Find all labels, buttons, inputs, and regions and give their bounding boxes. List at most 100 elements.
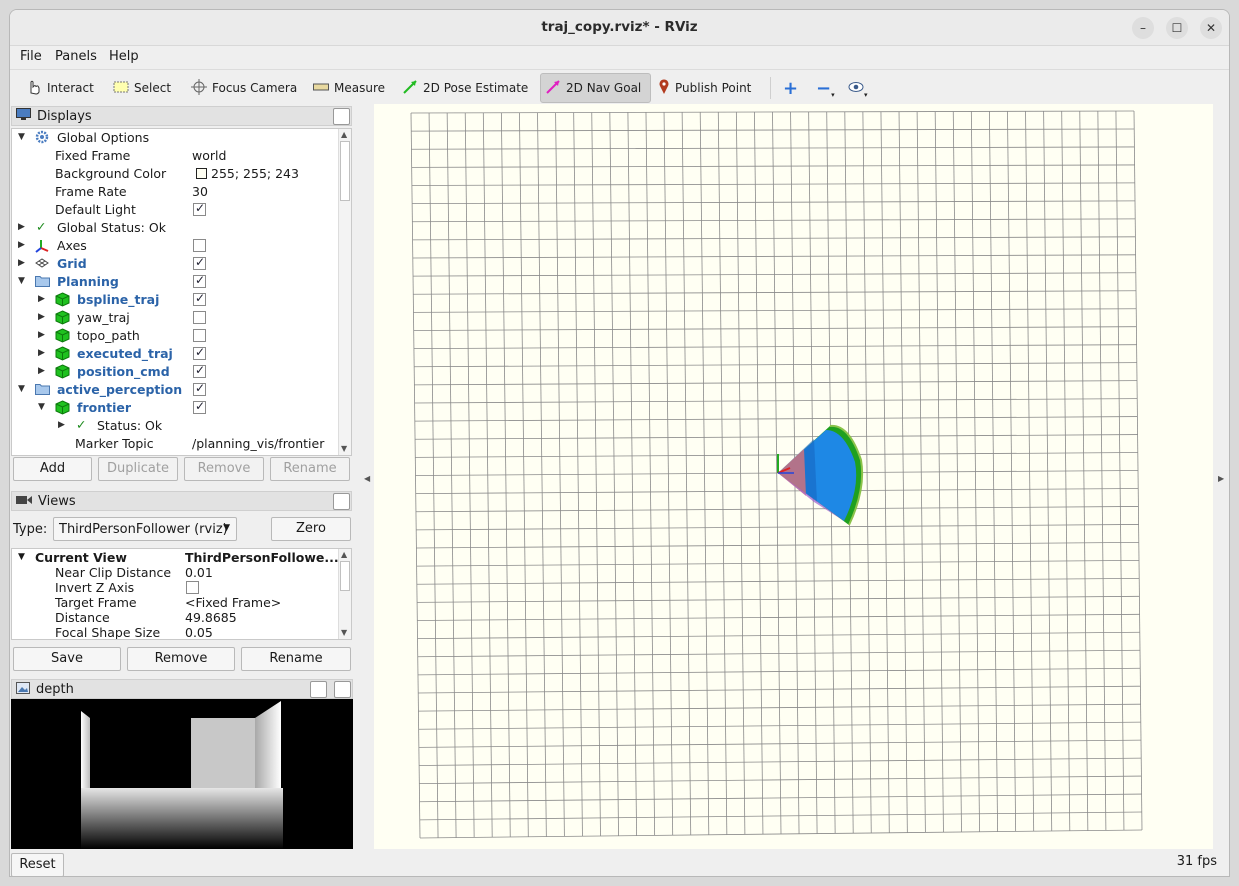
tree-row-target-frame[interactable]: Target Frame <Fixed Frame>	[12, 595, 338, 610]
near-clip-value[interactable]: 0.01	[185, 565, 213, 580]
axes-checkbox[interactable]	[193, 239, 206, 252]
collapse-arrow-icon[interactable]: ▼	[18, 276, 25, 286]
float-panel-button[interactable]	[310, 681, 327, 698]
scroll-thumb[interactable]	[340, 141, 350, 201]
collapse-left-icon[interactable]: ◀	[364, 474, 370, 483]
bspline-traj-checkbox[interactable]	[193, 291, 206, 306]
pose-estimate-tool[interactable]: 2D Pose Estimate	[402, 73, 528, 103]
menu-help[interactable]: Help	[109, 49, 139, 64]
expand-arrow-icon[interactable]: ▶	[38, 312, 45, 322]
collapse-arrow-icon[interactable]: ▼	[18, 132, 25, 142]
yaw-traj-checkbox[interactable]	[193, 311, 206, 324]
tree-row-active-perception[interactable]: ▼ active_perception	[12, 381, 338, 399]
collapse-arrow-icon[interactable]: ▼	[38, 402, 45, 412]
background-color-value[interactable]: 255; 255; 243	[211, 166, 299, 181]
tree-row-grid[interactable]: ▶ Grid	[12, 255, 338, 273]
expand-arrow-icon[interactable]: ▶	[58, 420, 65, 430]
tree-row-near-clip[interactable]: Near Clip Distance 0.01	[12, 565, 338, 580]
tree-row-distance[interactable]: Distance 49.8685	[12, 610, 338, 625]
maximize-button[interactable]: ☐	[1166, 17, 1188, 39]
tree-row-topo-path[interactable]: ▶ topo_path	[12, 327, 338, 345]
focus-camera-tool[interactable]: Focus Camera	[191, 73, 297, 103]
collapse-arrow-icon[interactable]: ▼	[18, 384, 25, 394]
default-light-checkbox[interactable]	[193, 201, 206, 216]
marker-topic-value[interactable]: /planning_vis/frontier	[192, 436, 324, 451]
menu-file[interactable]: File	[20, 49, 42, 64]
tree-row-bspline-traj[interactable]: ▶ bspline_traj	[12, 291, 338, 309]
tree-row-background-color[interactable]: Background Color 255; 255; 243	[12, 165, 338, 183]
expand-arrow-icon[interactable]: ▶	[38, 330, 45, 340]
rename-view-button[interactable]: Rename	[241, 647, 351, 671]
tree-row-position-cmd[interactable]: ▶ position_cmd	[12, 363, 338, 381]
minimize-button[interactable]: –	[1132, 17, 1154, 39]
active-perception-checkbox[interactable]	[193, 381, 206, 396]
menu-panels[interactable]: Panels	[55, 49, 97, 64]
target-frame-value[interactable]: <Fixed Frame>	[185, 595, 281, 610]
planning-checkbox[interactable]	[193, 273, 206, 288]
save-view-button[interactable]: Save	[13, 647, 121, 671]
duplicate-display-button[interactable]: Duplicate	[98, 457, 178, 481]
scroll-up-icon[interactable]: ▲	[341, 130, 347, 139]
tree-row-frontier[interactable]: ▼ frontier	[12, 399, 338, 417]
expand-arrow-icon[interactable]: ▶	[18, 222, 25, 232]
tree-row-global-options[interactable]: ▼ Global Options	[12, 129, 338, 147]
tree-row-yaw-traj[interactable]: ▶ yaw_traj	[12, 309, 338, 327]
color-swatch[interactable]	[196, 168, 207, 179]
scroll-thumb[interactable]	[340, 561, 350, 591]
scroll-up-icon[interactable]: ▲	[341, 550, 347, 559]
add-display-button[interactable]: Add	[13, 457, 92, 481]
nav-goal-tool[interactable]: 2D Nav Goal	[540, 73, 651, 103]
tree-row-fixed-frame[interactable]: Fixed Frame world	[12, 147, 338, 165]
displays-scrollbar[interactable]: ▲ ▼	[338, 129, 351, 455]
scroll-down-icon[interactable]: ▼	[341, 444, 347, 453]
rename-display-button[interactable]: Rename	[270, 457, 350, 481]
tree-row-marker-topic[interactable]: Marker Topic /planning_vis/frontier	[12, 435, 338, 453]
float-panel-button[interactable]	[333, 108, 350, 125]
remove-view-button[interactable]: Remove	[127, 647, 235, 671]
collapse-arrow-icon[interactable]: ▼	[18, 552, 25, 562]
remove-tool-button[interactable]: − ▾	[816, 73, 835, 103]
collapse-right-icon[interactable]: ▶	[1218, 474, 1224, 483]
expand-arrow-icon[interactable]: ▶	[38, 348, 45, 358]
measure-tool[interactable]: Measure	[313, 73, 385, 103]
scroll-down-icon[interactable]: ▼	[341, 628, 347, 637]
grid-checkbox[interactable]	[193, 255, 206, 270]
distance-value[interactable]: 49.8685	[185, 610, 237, 625]
close-panel-button[interactable]	[334, 681, 351, 698]
tree-row-frame-rate[interactable]: Frame Rate 30	[12, 183, 338, 201]
reset-button[interactable]: Reset	[11, 853, 64, 876]
select-tool[interactable]: Select	[113, 73, 171, 103]
tree-row-invert-z[interactable]: Invert Z Axis	[12, 580, 338, 595]
executed-traj-checkbox[interactable]	[193, 345, 206, 360]
frame-rate-value[interactable]: 30	[192, 184, 208, 199]
zero-button[interactable]: Zero	[271, 517, 351, 541]
expand-arrow-icon[interactable]: ▶	[38, 294, 45, 304]
tree-row-planning[interactable]: ▼ Planning	[12, 273, 338, 291]
invert-z-checkbox[interactable]	[186, 581, 199, 594]
fixed-frame-value[interactable]: world	[192, 148, 226, 163]
topo-path-checkbox[interactable]	[193, 329, 206, 342]
publish-point-tool[interactable]: Publish Point	[658, 73, 751, 103]
interact-tool[interactable]: Interact	[26, 73, 94, 103]
expand-arrow-icon[interactable]: ▶	[18, 258, 25, 268]
tree-row-status-ok[interactable]: ▶ ✓ Status: Ok	[12, 417, 338, 435]
float-panel-button[interactable]	[333, 493, 350, 510]
position-cmd-checkbox[interactable]	[193, 363, 206, 378]
view-type-select[interactable]: ThirdPersonFollower (rviz) ▼	[53, 517, 237, 541]
render-viewport[interactable]	[374, 104, 1213, 849]
frontier-checkbox[interactable]	[193, 399, 206, 414]
views-scrollbar[interactable]: ▲ ▼	[338, 549, 351, 639]
add-tool-button[interactable]: +	[783, 73, 798, 103]
remove-display-button[interactable]: Remove	[184, 457, 264, 481]
tree-row-global-status[interactable]: ▶ ✓ Global Status: Ok	[12, 219, 338, 237]
tree-row-axes[interactable]: ▶ Axes	[12, 237, 338, 255]
view-tool-button[interactable]: ▾	[848, 73, 868, 103]
expand-arrow-icon[interactable]: ▶	[38, 366, 45, 376]
tree-row-default-light[interactable]: Default Light	[12, 201, 338, 219]
close-button[interactable]: ✕	[1200, 17, 1222, 39]
tree-row-current-view[interactable]: ▼ Current View ThirdPersonFollowe...	[12, 550, 339, 565]
tree-row-focal-shape[interactable]: Focal Shape Size 0.05	[12, 625, 338, 639]
tree-row-executed-traj[interactable]: ▶ executed_traj	[12, 345, 338, 363]
expand-arrow-icon[interactable]: ▶	[18, 240, 25, 250]
focal-shape-value[interactable]: 0.05	[185, 625, 213, 639]
